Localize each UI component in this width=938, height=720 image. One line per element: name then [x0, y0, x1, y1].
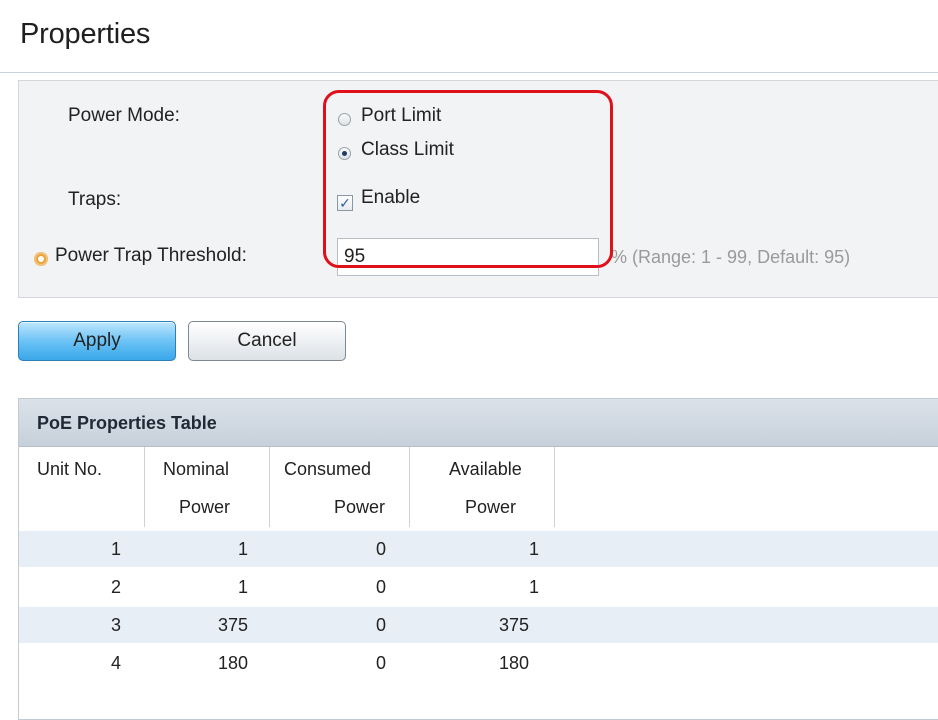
header-available-power-line1: Available [449, 459, 522, 479]
power-trap-threshold-label: Power Trap Threshold: [55, 245, 247, 266]
cell-available: 1 [529, 577, 540, 597]
column-divider [554, 447, 555, 527]
header-nominal-power-line1: Nominal [163, 459, 230, 479]
cell-available: 375 [499, 615, 530, 635]
highlight-annotation [323, 90, 613, 268]
header-unit-no: Unit No. [37, 459, 103, 479]
cell-available: 180 [499, 653, 530, 673]
column-divider [144, 447, 145, 527]
column-divider [269, 447, 270, 527]
cell-consumed: 0 [376, 653, 387, 673]
header-available-power-line2: Power [465, 497, 517, 517]
table-row: 1 1 0 1 [19, 531, 938, 567]
cell-unit: 4 [111, 653, 122, 673]
cell-nominal: 1 [238, 577, 249, 597]
header-nominal-power-line2: Power [179, 497, 231, 517]
power-mode-label: Power Mode: [68, 105, 180, 126]
header-consumed-power-line2: Power [334, 497, 386, 517]
cell-available: 1 [529, 539, 540, 559]
cell-unit: 2 [111, 577, 122, 597]
traps-label: Traps: [68, 189, 122, 210]
gear-icon [34, 252, 48, 266]
cell-unit: 3 [111, 615, 122, 635]
cell-nominal: 1 [238, 539, 249, 559]
poe-properties-table: PoE Properties Table Unit No. Nominal Po… [18, 398, 938, 720]
cell-consumed: 0 [376, 539, 387, 559]
header-consumed-power-line1: Consumed [284, 459, 372, 479]
page-title: Properties [20, 18, 151, 50]
table-row: 4 180 0 180 [19, 645, 938, 681]
apply-button[interactable]: Apply [18, 321, 176, 361]
title-divider [0, 72, 938, 73]
cancel-button[interactable]: Cancel [188, 321, 346, 361]
cell-consumed: 0 [376, 577, 387, 597]
cell-nominal: 375 [218, 615, 249, 635]
cell-unit: 1 [111, 539, 122, 559]
table-row: 3 375 0 375 [19, 607, 938, 643]
threshold-range-hint: % (Range: 1 - 99, Default: 95) [611, 247, 851, 267]
cell-nominal: 180 [218, 653, 249, 673]
table-caption: PoE Properties Table [19, 399, 938, 447]
cell-consumed: 0 [376, 615, 387, 635]
column-divider [409, 447, 410, 527]
table-row: 2 1 0 1 [19, 569, 938, 605]
